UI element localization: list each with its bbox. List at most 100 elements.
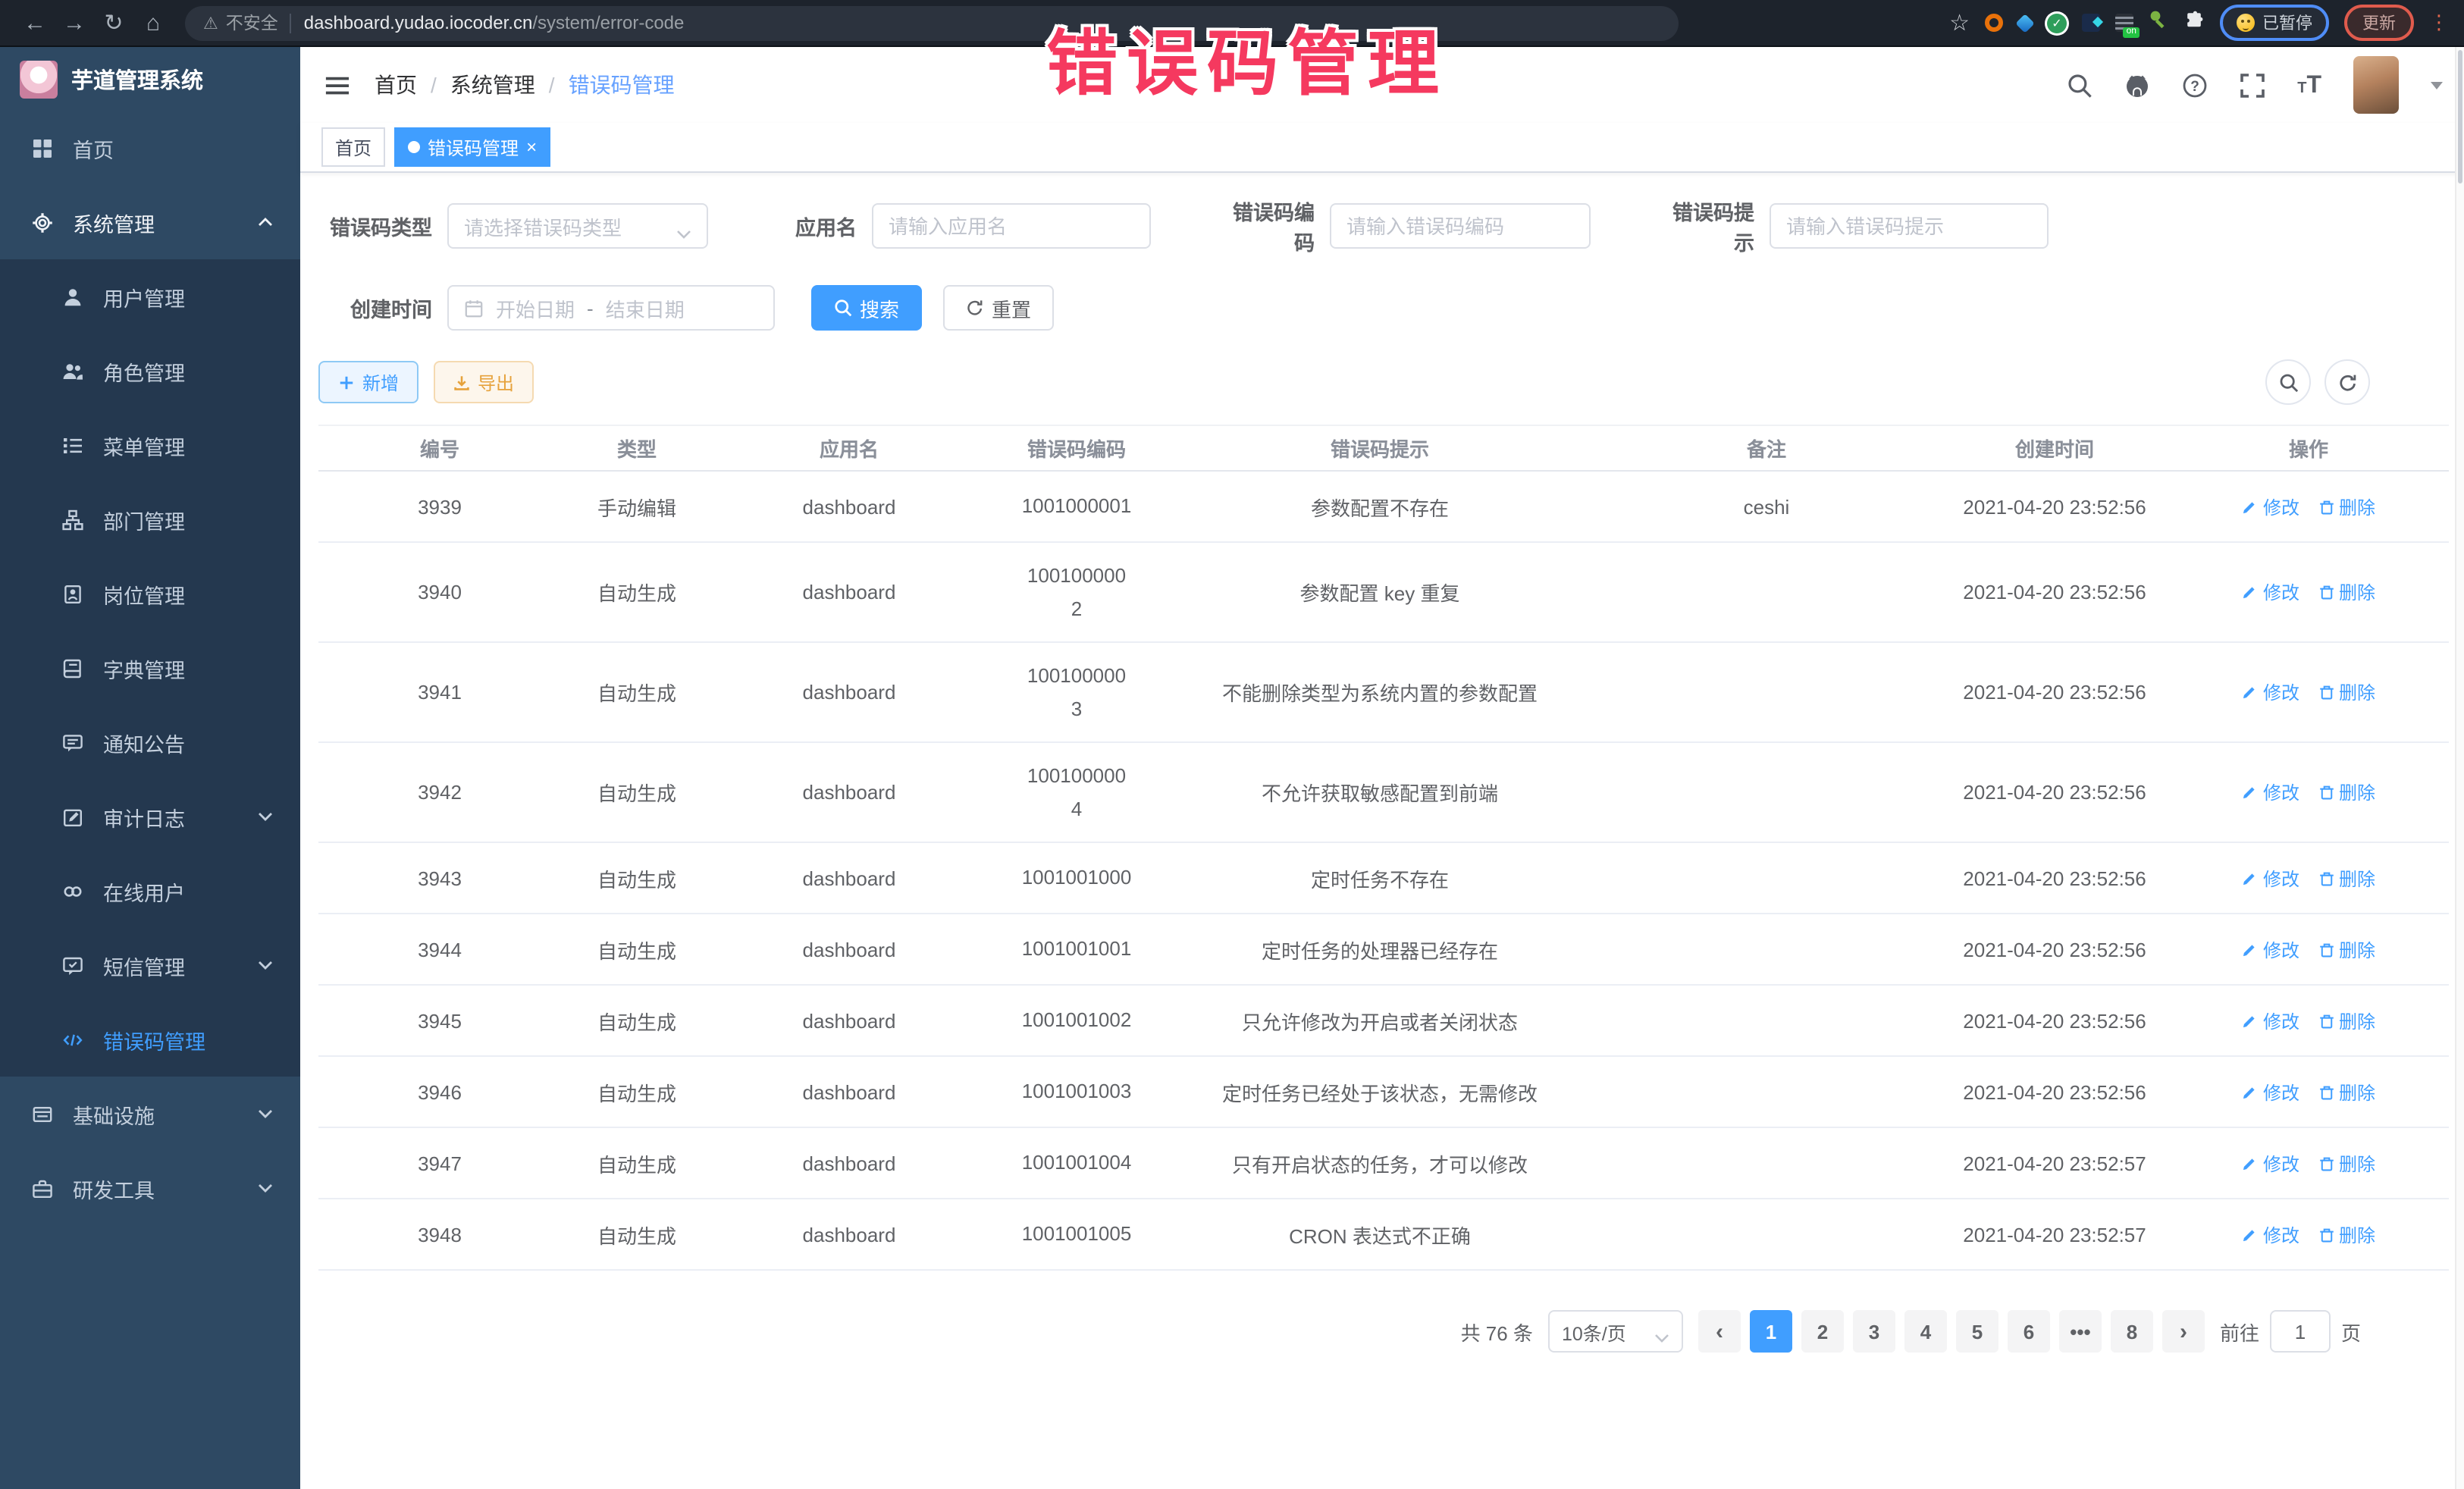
sidebar-item-roles[interactable]: 角色管理 <box>0 334 300 408</box>
edit-link[interactable]: 修改 <box>2242 1150 2299 1176</box>
search-icon[interactable] <box>2067 72 2093 98</box>
sidebar-item-sms[interactable]: 短信管理 <box>0 928 300 1002</box>
sidebar-item-users[interactable]: 用户管理 <box>0 259 300 334</box>
page-scrollbar[interactable] <box>2455 47 2464 1489</box>
app-title: 芋道管理系统 <box>71 63 203 95</box>
back-icon[interactable]: ← <box>15 0 55 46</box>
error-type-select[interactable]: 请选择错误码类型 <box>447 203 708 249</box>
page-button[interactable]: 5 <box>1956 1310 1998 1353</box>
roles-icon <box>62 360 83 381</box>
edit-link[interactable]: 修改 <box>2242 1221 2299 1247</box>
delete-link[interactable]: 删除 <box>2318 936 2375 962</box>
next-page-button[interactable]: › <box>2162 1310 2205 1353</box>
filter-type-label: 错误码类型 <box>318 211 447 241</box>
error-msg-input[interactable] <box>1770 203 2049 249</box>
edit-link[interactable]: 修改 <box>2242 865 2299 891</box>
more-menu-icon[interactable]: ⋮ <box>2429 11 2449 35</box>
page-button[interactable]: 4 <box>1904 1310 1947 1353</box>
edit-link[interactable]: 修改 <box>2242 679 2299 705</box>
scrollbar-thumb[interactable] <box>2458 50 2462 183</box>
user-menu-caret-icon[interactable] <box>2431 81 2443 89</box>
sidebar-item-error-code[interactable]: 错误码管理 <box>0 1002 300 1077</box>
edit-link[interactable]: 修改 <box>2242 1008 2299 1033</box>
delete-link[interactable]: 删除 <box>2318 1150 2375 1176</box>
edit-link[interactable]: 修改 <box>2242 1079 2299 1105</box>
page-button[interactable]: 6 <box>2008 1310 2050 1353</box>
sidebar-item-menus[interactable]: 菜单管理 <box>0 408 300 482</box>
sidebar-item-online-users[interactable]: 在线用户 <box>0 854 300 928</box>
delete-link[interactable]: 删除 <box>2318 579 2375 605</box>
chrome-update-button[interactable]: 更新 <box>2344 5 2414 41</box>
add-button[interactable]: 新增 <box>318 361 419 403</box>
ext-blue-gem-icon[interactable] <box>2015 13 2034 32</box>
font-size-icon[interactable]: TT <box>2297 74 2321 96</box>
app-name-input[interactable] <box>872 203 1151 249</box>
breadcrumb-home[interactable]: 首页 <box>375 70 417 100</box>
delete-link[interactable]: 删除 <box>2318 1008 2375 1033</box>
goto-page-input[interactable] <box>2270 1310 2331 1353</box>
delete-link[interactable]: 删除 <box>2318 1221 2375 1247</box>
sidebar-item-notices[interactable]: 通知公告 <box>0 705 300 779</box>
edit-link[interactable]: 修改 <box>2242 494 2299 519</box>
sidebar-item-dictionary[interactable]: 字典管理 <box>0 631 300 705</box>
page-button[interactable]: 8 <box>2111 1310 2153 1353</box>
search-button[interactable]: 搜索 <box>811 285 922 331</box>
reset-button[interactable]: 重置 <box>943 285 1054 331</box>
more-pages-button[interactable]: ••• <box>2059 1310 2102 1353</box>
fullscreen-icon[interactable] <box>2240 72 2265 98</box>
delete-link[interactable]: 删除 <box>2318 494 2375 519</box>
forward-icon[interactable]: → <box>55 0 94 46</box>
ext-grid-icon[interactable] <box>2082 14 2100 32</box>
profile-paused-badge[interactable]: 已暂停 <box>2220 5 2329 41</box>
help-icon[interactable]: ? <box>2182 72 2208 98</box>
edit-link[interactable]: 修改 <box>2242 936 2299 962</box>
ext-green-check-icon[interactable]: ✓ <box>2047 13 2067 33</box>
ext-list-icon[interactable]: on <box>2115 14 2133 32</box>
page-button[interactable]: 1 <box>1750 1310 1792 1353</box>
sidebar-item-home[interactable]: 首页 <box>0 111 300 185</box>
logo[interactable]: 芋道管理系统 <box>0 47 300 111</box>
delete-link[interactable]: 删除 <box>2318 865 2375 891</box>
page-button[interactable]: 3 <box>1853 1310 1895 1353</box>
ext-key-icon[interactable] <box>2149 9 2168 36</box>
page-button[interactable]: 2 <box>1801 1310 1844 1353</box>
edit-link[interactable]: 修改 <box>2242 779 2299 805</box>
home-icon[interactable]: ⌂ <box>133 0 173 46</box>
edit-link[interactable]: 修改 <box>2242 579 2299 605</box>
delete-link[interactable]: 删除 <box>2318 1079 2375 1105</box>
close-icon[interactable]: × <box>526 138 537 156</box>
bookmark-star-icon[interactable]: ☆ <box>1949 9 1970 36</box>
breadcrumb-system[interactable]: 系统管理 <box>450 70 535 100</box>
table-row: 3944自动生成 dashboard1001001001 定时任务的处理器已经存… <box>318 914 2449 986</box>
sidebar-item-infrastructure[interactable]: 基础设施 <box>0 1077 300 1151</box>
table-row: 3948自动生成 dashboard1001001005 CRON 表达式不正确… <box>318 1199 2449 1271</box>
export-button[interactable]: 导出 <box>434 361 534 403</box>
extensions-puzzle-icon[interactable] <box>2183 8 2205 37</box>
reload-icon[interactable]: ↻ <box>94 0 133 46</box>
calendar-icon <box>464 298 484 318</box>
delete-link[interactable]: 删除 <box>2318 779 2375 805</box>
error-code-input[interactable] <box>1330 203 1591 249</box>
refresh-button[interactable] <box>2324 359 2370 405</box>
dashboard-icon <box>32 137 53 158</box>
create-time-range-picker[interactable]: 开始日期 - 结束日期 <box>447 285 775 331</box>
delete-link[interactable]: 删除 <box>2318 679 2375 705</box>
site-security-label[interactable]: ⚠ 不安全 <box>203 11 278 35</box>
sidebar-item-departments[interactable]: 部门管理 <box>0 482 300 556</box>
sidebar-item-dev-tools[interactable]: 研发工具 <box>0 1151 300 1225</box>
page-size-select[interactable]: 10条/页 <box>1548 1310 1683 1353</box>
prev-page-button[interactable]: ‹ <box>1698 1310 1741 1353</box>
sidebar-item-system[interactable]: 系统管理 <box>0 185 300 259</box>
sidebar-item-audit-log[interactable]: 审计日志 <box>0 779 300 854</box>
github-icon[interactable] <box>2124 72 2150 98</box>
org-tree-icon <box>62 509 83 530</box>
address-bar[interactable]: ⚠ 不安全 dashboard.yudao.iocoder.cn/system/… <box>185 5 1679 40</box>
filter-app-label: 应用名 <box>784 211 872 241</box>
ext-orange-ring-icon[interactable] <box>1985 14 2003 32</box>
sidebar-item-posts[interactable]: 岗位管理 <box>0 556 300 631</box>
show-search-button[interactable] <box>2265 359 2311 405</box>
tab-error-code[interactable]: 错误码管理 × <box>394 127 550 167</box>
tab-home[interactable]: 首页 <box>321 127 385 167</box>
avatar[interactable] <box>2353 56 2399 114</box>
hamburger-icon[interactable] <box>324 74 350 96</box>
